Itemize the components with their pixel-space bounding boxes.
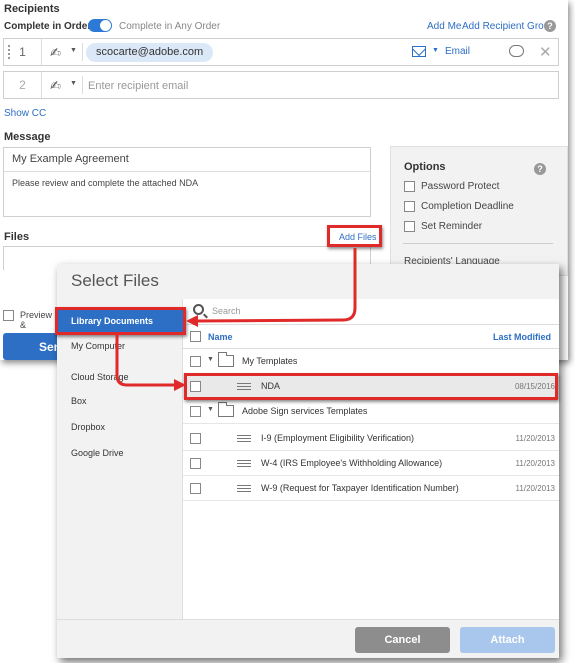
arrowhead: [174, 379, 186, 391]
annotation-arrows: [115, 248, 357, 391]
arrow-to-nda: [115, 335, 178, 387]
arrowhead: [186, 315, 198, 327]
arrow-to-library: [195, 248, 357, 323]
